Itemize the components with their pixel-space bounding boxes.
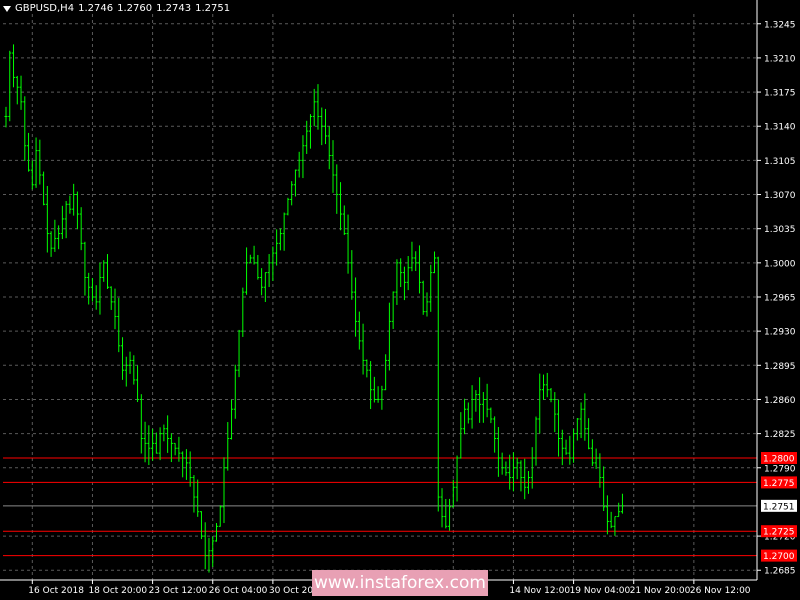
- symbol-header: GBPUSD,H4 1.2746 1.2760 1.2743 1.2751: [3, 3, 230, 14]
- y-tick-label: 1.3035: [764, 225, 796, 235]
- watermark: www.instaforex.com: [312, 570, 488, 596]
- symbol-name: GBPUSD,H4: [15, 3, 75, 14]
- y-tick-label: 1.2860: [764, 396, 796, 406]
- current-price-label: 1.2751: [763, 502, 795, 512]
- chart-grid: [3, 14, 757, 580]
- ohlc-open: 1.2746: [78, 3, 114, 14]
- x-tick-label: 14 Nov 12:00: [509, 586, 570, 596]
- y-tick-label: 1.2895: [764, 362, 796, 372]
- ohlc-close: 1.2751: [195, 3, 231, 14]
- y-tick-label: 1.2930: [764, 328, 796, 338]
- y-tick-label: 1.2790: [764, 464, 796, 474]
- x-tick-label: 18 Oct 20:00: [88, 586, 147, 596]
- y-tick-label: 1.3245: [764, 20, 796, 30]
- ohlc-high: 1.2760: [117, 3, 153, 14]
- x-tick-label: 16 Oct 2018: [28, 586, 84, 596]
- y-tick-label: 1.3070: [764, 191, 796, 201]
- y-tick-label: 1.3105: [764, 157, 796, 167]
- dropdown-triangle-icon[interactable]: [3, 5, 11, 12]
- level-label: 1.2725: [763, 528, 795, 538]
- y-tick-label: 1.2965: [764, 294, 796, 304]
- price-chart: 1.3245 1.3210 1.3175 1.3140 1.3105 1.3070 1.30…: [0, 0, 797, 596]
- y-tick-label: 1.3000: [764, 259, 796, 269]
- y-axis-labels: 1.3245 1.3210 1.3175 1.3140 1.3105 1.3070 1.30…: [757, 20, 796, 577]
- x-tick-label: 26 Oct 04:00: [209, 586, 268, 596]
- x-tick-label: 23 Oct 12:00: [149, 586, 208, 596]
- price-bars: [4, 44, 624, 573]
- y-tick-label: 1.3140: [764, 123, 796, 133]
- price-levels: [3, 457, 757, 557]
- level-label: 1.2800: [763, 455, 795, 465]
- x-tick-label: 21 Nov 20:00: [630, 586, 691, 596]
- y-tick-label: 1.2825: [764, 430, 796, 440]
- y-tick-label: 1.3175: [764, 89, 796, 99]
- chart-axes: [0, 0, 758, 581]
- x-tick-label: 26 Nov 12:00: [690, 586, 751, 596]
- y-tick-label: 1.3210: [764, 54, 796, 64]
- level-label: 1.2775: [763, 479, 795, 489]
- x-tick-label: 19 Nov 04:00: [570, 586, 631, 596]
- level-label: 1.2700: [763, 552, 795, 562]
- ohlc-low: 1.2743: [156, 3, 192, 14]
- y-tick-label: 1.2685: [764, 567, 796, 577]
